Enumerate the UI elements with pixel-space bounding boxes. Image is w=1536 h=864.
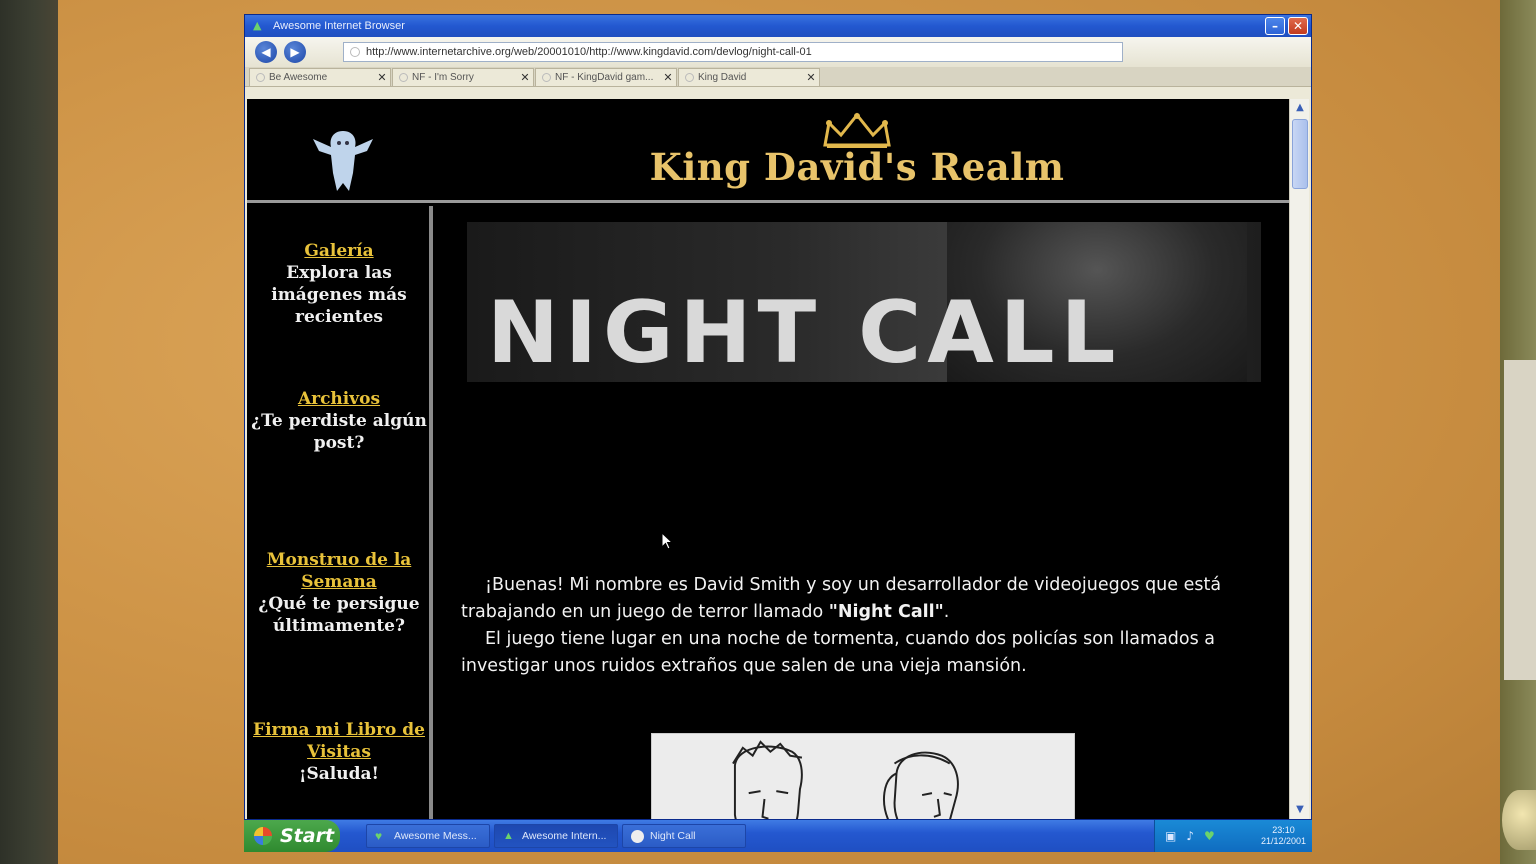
browser-icon: ▲ [253,19,262,32]
taskbar: Start ♥ Awesome Mess... ▲ Awesome Intern… [244,820,1312,852]
messenger-icon: ♥ [375,828,383,843]
page-viewport: King David's Realm Galería Explora las i… [247,99,1289,819]
scroll-down-arrow-icon[interactable]: ▼ [1290,801,1310,819]
task-label: Awesome Intern... [522,830,607,842]
task-night-call[interactable]: Night Call [622,824,746,848]
clock-date: 21/12/2001 [1260,836,1306,846]
clock[interactable]: 23:10 21/12/2001 [1261,825,1306,847]
background-object [1504,360,1536,680]
sidebar-desc: Explora las imágenes más recientes [271,263,407,327]
tab-close-icon[interactable]: ✕ [517,71,533,84]
background-right [1500,0,1536,864]
task-label: Night Call [650,830,696,842]
back-button[interactable]: ◀ [255,41,277,63]
tab-be-awesome[interactable]: Be Awesome ✕ [249,68,391,86]
minimize-button[interactable]: – [1265,17,1285,35]
sidebar-desc: ¡Saluda! [299,764,379,784]
tab-close-icon[interactable]: ✕ [803,71,819,84]
site-header: King David's Realm [247,99,1289,203]
mouse-cursor-icon [661,532,673,550]
tab-strip: Be Awesome ✕ NF - I'm Sorry ✕ NF - KingD… [245,67,1311,87]
ghost-logo[interactable] [303,121,383,195]
start-button[interactable]: Start [244,820,340,852]
browser-window: ▲ Awesome Internet Browser – ✕ ◀ ▶ http:… [244,14,1312,820]
tab-page-icon [542,73,551,82]
night-call-icon [631,829,644,843]
vertical-scrollbar[interactable]: ▲ ▼ [1289,99,1309,819]
messenger-tray-icon[interactable]: ♥ [1204,829,1215,843]
forward-button[interactable]: ▶ [284,41,306,63]
clock-time: 23:10 [1272,825,1295,835]
address-text: http://www.internetarchive.org/web/20001… [366,46,812,58]
windows-flag-icon [254,827,272,845]
tab-nf-kingdavid[interactable]: NF - KingDavid gam... ✕ [535,68,677,86]
window-title: Awesome Internet Browser [273,20,405,32]
character-sketch-image [651,733,1075,819]
sidebar-item-monstruo: Monstruo de la Semana ¿Qué te persigue ú… [247,549,431,637]
scroll-up-arrow-icon[interactable]: ▲ [1290,99,1310,117]
site-sidebar: Galería Explora las imágenes más recient… [247,206,433,819]
sidebar-item-libro-visitas: Firma mi Libro de Visitas ¡Saluda! [247,719,431,785]
intro-paragraph-1: ¡Buenas! Mi nombre es David Smith y soy … [461,575,1222,622]
sidebar-desc: ¿Te perdiste algún post? [251,411,427,453]
tab-nf-im-sorry[interactable]: NF - I'm Sorry ✕ [392,68,534,86]
night-call-banner: NIGHT CALL [467,222,1261,382]
sidebar-item-archivos: Archivos ¿Te perdiste algún post? [247,388,431,454]
background-left [0,0,58,864]
site-title: King David's Realm [649,145,1065,189]
navigation-bar: ◀ ▶ http://www.internetarchive.org/web/2… [245,37,1311,67]
task-label: Awesome Mess... [394,830,477,842]
tab-label: NF - KingDavid gam... [555,72,654,83]
game-name: "Night Call" [828,602,944,622]
sidebar-link-libro-visitas[interactable]: Firma mi Libro de Visitas [247,719,431,763]
task-awesome-internet[interactable]: ▲ Awesome Intern... [494,824,618,848]
sidebar-item-galeria: Galería Explora las imágenes más recient… [247,240,431,328]
tab-close-icon[interactable]: ✕ [660,71,676,84]
sidebar-link-galeria[interactable]: Galería [247,240,431,262]
tab-label: NF - I'm Sorry [412,72,474,83]
intro-paragraph-2: El juego tiene lugar en una noche de tor… [461,629,1216,676]
intro-text: ¡Buenas! Mi nombre es David Smith y soy … [461,572,1273,680]
network-icon[interactable]: ▣ [1165,829,1176,843]
address-bar[interactable]: http://www.internetarchive.org/web/20001… [343,42,1123,62]
window-titlebar[interactable]: ▲ Awesome Internet Browser – ✕ [245,15,1311,37]
tab-close-icon[interactable]: ✕ [374,71,390,84]
page-icon [350,47,360,57]
tab-label: Be Awesome [269,72,328,83]
sidebar-link-monstruo[interactable]: Monstruo de la Semana [247,549,431,593]
tab-page-icon [399,73,408,82]
tab-page-icon [256,73,265,82]
sidebar-link-archivos[interactable]: Archivos [247,388,431,410]
tab-king-david[interactable]: King David ✕ [678,68,820,86]
tab-label: King David [698,72,747,83]
system-tray: ▣ ♪ ♥ 23:10 21/12/2001 [1154,820,1312,852]
close-button[interactable]: ✕ [1288,17,1308,35]
main-content: NIGHT CALL ¡Buenas! Mi nombre es David S… [437,206,1289,819]
volume-icon[interactable]: ♪ [1186,829,1194,843]
task-awesome-messenger[interactable]: ♥ Awesome Mess... [366,824,490,848]
browser-icon: ▲ [503,829,514,842]
background-lamp [1502,790,1536,850]
tab-page-icon [685,73,694,82]
sidebar-desc: ¿Qué te persigue últimamente? [258,594,420,636]
start-label: Start [280,825,335,847]
banner-title: NIGHT CALL [487,283,1122,382]
scroll-thumb[interactable] [1292,119,1308,189]
